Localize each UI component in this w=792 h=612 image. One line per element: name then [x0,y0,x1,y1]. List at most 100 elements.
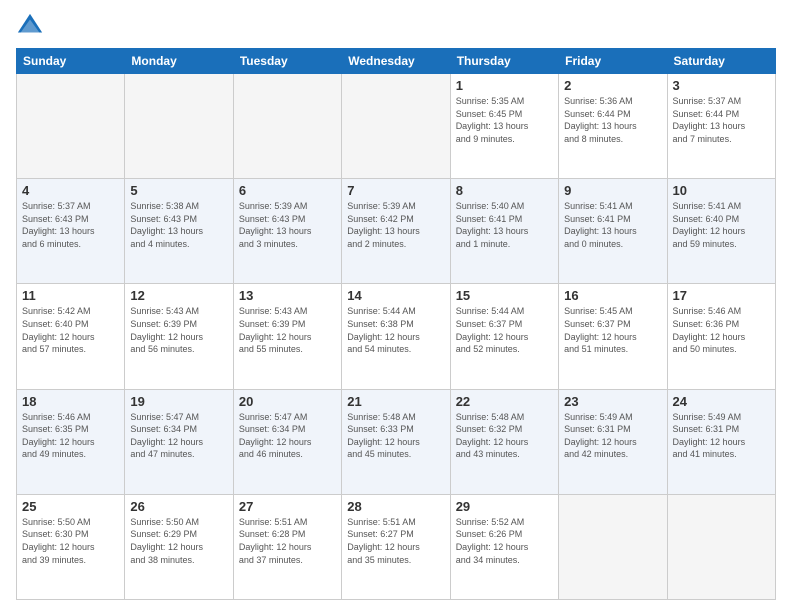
day-info: Sunrise: 5:36 AM Sunset: 6:44 PM Dayligh… [564,95,661,145]
day-number: 15 [456,288,553,303]
logo [16,12,48,40]
day-info: Sunrise: 5:49 AM Sunset: 6:31 PM Dayligh… [673,411,770,461]
calendar-cell: 28 Sunrise: 5:51 AM Sunset: 6:27 PM Dayli… [342,494,450,599]
day-info: Sunrise: 5:51 AM Sunset: 6:27 PM Dayligh… [347,516,444,566]
day-number: 12 [130,288,227,303]
day-number: 20 [239,394,336,409]
calendar-cell: 24 Sunrise: 5:49 AM Sunset: 6:31 PM Dayli… [667,389,775,494]
calendar-cell: 21 Sunrise: 5:48 AM Sunset: 6:33 PM Dayli… [342,389,450,494]
week-row-5: 25Sunrise: 5:50 AM Sunset: 6:30 PM Dayli… [17,494,776,599]
calendar-cell: 10 Sunrise: 5:41 AM Sunset: 6:40 PM Dayli… [667,179,775,284]
logo-icon [16,12,44,40]
calendar-cell [342,74,450,179]
day-number: 10 [673,183,770,198]
calendar-cell: 25Sunrise: 5:50 AM Sunset: 6:30 PM Dayli… [17,494,125,599]
col-header-sunday: Sunday [17,49,125,74]
day-number: 24 [673,394,770,409]
col-header-saturday: Saturday [667,49,775,74]
day-info: Sunrise: 5:41 AM Sunset: 6:40 PM Dayligh… [673,200,770,250]
calendar-cell: 19 Sunrise: 5:47 AM Sunset: 6:34 PM Dayli… [125,389,233,494]
day-info: Sunrise: 5:38 AM Sunset: 6:43 PM Dayligh… [130,200,227,250]
day-info: Sunrise: 5:47 AM Sunset: 6:34 PM Dayligh… [239,411,336,461]
calendar-cell [233,74,341,179]
day-info: Sunrise: 5:39 AM Sunset: 6:42 PM Dayligh… [347,200,444,250]
day-info: Sunrise: 5:47 AM Sunset: 6:34 PM Dayligh… [130,411,227,461]
calendar-cell: 1 Sunrise: 5:35 AM Sunset: 6:45 PM Daylig… [450,74,558,179]
day-info: Sunrise: 5:48 AM Sunset: 6:32 PM Dayligh… [456,411,553,461]
day-info: Sunrise: 5:42 AM Sunset: 6:40 PM Dayligh… [22,305,119,355]
day-info: Sunrise: 5:43 AM Sunset: 6:39 PM Dayligh… [239,305,336,355]
col-header-monday: Monday [125,49,233,74]
day-number: 5 [130,183,227,198]
day-number: 22 [456,394,553,409]
col-header-wednesday: Wednesday [342,49,450,74]
calendar-cell: 20 Sunrise: 5:47 AM Sunset: 6:34 PM Dayli… [233,389,341,494]
day-number: 18 [22,394,119,409]
day-info: Sunrise: 5:44 AM Sunset: 6:37 PM Dayligh… [456,305,553,355]
calendar-cell: 12Sunrise: 5:43 AM Sunset: 6:39 PM Dayli… [125,284,233,389]
day-info: Sunrise: 5:51 AM Sunset: 6:28 PM Dayligh… [239,516,336,566]
calendar-cell: 14Sunrise: 5:44 AM Sunset: 6:38 PM Dayli… [342,284,450,389]
calendar-cell [17,74,125,179]
day-number: 8 [456,183,553,198]
day-number: 28 [347,499,444,514]
day-number: 19 [130,394,227,409]
calendar-cell: 22 Sunrise: 5:48 AM Sunset: 6:32 PM Dayli… [450,389,558,494]
page: SundayMondayTuesdayWednesdayThursdayFrid… [0,0,792,612]
calendar-cell: 17Sunrise: 5:46 AM Sunset: 6:36 PM Dayli… [667,284,775,389]
day-number: 9 [564,183,661,198]
col-header-tuesday: Tuesday [233,49,341,74]
day-info: Sunrise: 5:39 AM Sunset: 6:43 PM Dayligh… [239,200,336,250]
calendar-cell: 18 Sunrise: 5:46 AM Sunset: 6:35 PM Dayli… [17,389,125,494]
calendar-cell: 23Sunrise: 5:49 AM Sunset: 6:31 PM Dayli… [559,389,667,494]
header [16,12,776,40]
calendar-cell [125,74,233,179]
calendar-cell: 8 Sunrise: 5:40 AM Sunset: 6:41 PM Daylig… [450,179,558,284]
week-row-4: 18 Sunrise: 5:46 AM Sunset: 6:35 PM Dayli… [17,389,776,494]
calendar-cell: 4Sunrise: 5:37 AM Sunset: 6:43 PM Daylig… [17,179,125,284]
calendar-cell: 6Sunrise: 5:39 AM Sunset: 6:43 PM Daylig… [233,179,341,284]
week-row-3: 11 Sunrise: 5:42 AM Sunset: 6:40 PM Dayli… [17,284,776,389]
calendar-cell: 5 Sunrise: 5:38 AM Sunset: 6:43 PM Daylig… [125,179,233,284]
calendar-cell: 2 Sunrise: 5:36 AM Sunset: 6:44 PM Daylig… [559,74,667,179]
day-number: 16 [564,288,661,303]
calendar-cell: 3Sunrise: 5:37 AM Sunset: 6:44 PM Daylig… [667,74,775,179]
day-info: Sunrise: 5:44 AM Sunset: 6:38 PM Dayligh… [347,305,444,355]
day-info: Sunrise: 5:41 AM Sunset: 6:41 PM Dayligh… [564,200,661,250]
col-header-friday: Friday [559,49,667,74]
day-number: 11 [22,288,119,303]
calendar-cell: 9 Sunrise: 5:41 AM Sunset: 6:41 PM Daylig… [559,179,667,284]
calendar-cell: 26 Sunrise: 5:50 AM Sunset: 6:29 PM Dayli… [125,494,233,599]
day-number: 26 [130,499,227,514]
day-info: Sunrise: 5:45 AM Sunset: 6:37 PM Dayligh… [564,305,661,355]
col-header-thursday: Thursday [450,49,558,74]
calendar-cell: 15 Sunrise: 5:44 AM Sunset: 6:37 PM Dayli… [450,284,558,389]
day-info: Sunrise: 5:46 AM Sunset: 6:35 PM Dayligh… [22,411,119,461]
day-info: Sunrise: 5:46 AM Sunset: 6:36 PM Dayligh… [673,305,770,355]
day-number: 1 [456,78,553,93]
week-row-2: 4Sunrise: 5:37 AM Sunset: 6:43 PM Daylig… [17,179,776,284]
day-info: Sunrise: 5:37 AM Sunset: 6:44 PM Dayligh… [673,95,770,145]
day-number: 29 [456,499,553,514]
day-info: Sunrise: 5:49 AM Sunset: 6:31 PM Dayligh… [564,411,661,461]
calendar-cell: 27 Sunrise: 5:51 AM Sunset: 6:28 PM Dayli… [233,494,341,599]
calendar-cell: 11 Sunrise: 5:42 AM Sunset: 6:40 PM Dayli… [17,284,125,389]
calendar-cell [667,494,775,599]
day-info: Sunrise: 5:40 AM Sunset: 6:41 PM Dayligh… [456,200,553,250]
day-number: 21 [347,394,444,409]
day-number: 25 [22,499,119,514]
calendar-cell: 13 Sunrise: 5:43 AM Sunset: 6:39 PM Dayli… [233,284,341,389]
day-number: 7 [347,183,444,198]
calendar-cell: 16 Sunrise: 5:45 AM Sunset: 6:37 PM Dayli… [559,284,667,389]
day-number: 4 [22,183,119,198]
week-row-1: 1 Sunrise: 5:35 AM Sunset: 6:45 PM Daylig… [17,74,776,179]
day-info: Sunrise: 5:35 AM Sunset: 6:45 PM Dayligh… [456,95,553,145]
day-number: 27 [239,499,336,514]
day-info: Sunrise: 5:48 AM Sunset: 6:33 PM Dayligh… [347,411,444,461]
calendar-cell [559,494,667,599]
calendar-cell: 7 Sunrise: 5:39 AM Sunset: 6:42 PM Daylig… [342,179,450,284]
day-number: 13 [239,288,336,303]
day-number: 2 [564,78,661,93]
header-row: SundayMondayTuesdayWednesdayThursdayFrid… [17,49,776,74]
day-info: Sunrise: 5:50 AM Sunset: 6:29 PM Dayligh… [130,516,227,566]
